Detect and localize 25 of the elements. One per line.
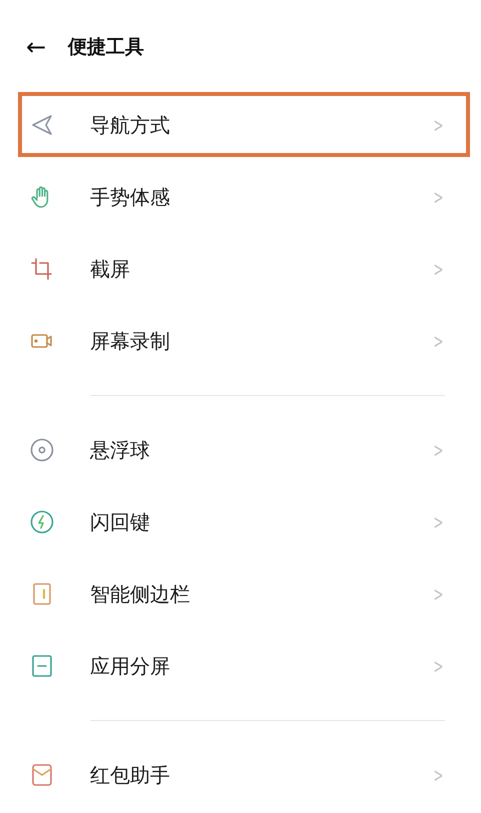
settings-item[interactable]: 导航方式 > bbox=[0, 89, 481, 161]
settings-item[interactable]: 闪回键 > bbox=[0, 486, 481, 558]
floating-ball-icon bbox=[29, 437, 55, 463]
page-title: 便捷工具 bbox=[68, 35, 144, 60]
chevron-icon: > bbox=[434, 654, 444, 678]
chevron-icon: > bbox=[434, 582, 444, 606]
chevron-icon: > bbox=[434, 257, 444, 281]
split-screen-icon bbox=[29, 653, 55, 679]
back-button[interactable]: ← bbox=[26, 33, 46, 61]
chevron-icon: > bbox=[434, 510, 444, 534]
chevron-icon: > bbox=[434, 329, 444, 353]
settings-item[interactable]: 应用分屏 > bbox=[0, 630, 481, 702]
settings-item[interactable]: 智能侧边栏 > bbox=[0, 558, 481, 630]
settings-item[interactable]: 屏幕录制 > bbox=[0, 305, 481, 377]
envelope-icon bbox=[29, 762, 55, 788]
chevron-icon: > bbox=[434, 763, 444, 787]
settings-item[interactable]: 红包助手 > bbox=[0, 739, 481, 811]
navigation-arrow-icon bbox=[29, 112, 55, 138]
chevron-icon: > bbox=[434, 185, 444, 209]
settings-item[interactable]: 手势体感 > bbox=[0, 161, 481, 233]
lightning-icon bbox=[29, 509, 55, 535]
settings-item[interactable]: 悬浮球 > bbox=[0, 414, 481, 486]
chevron-icon: > bbox=[434, 113, 444, 137]
settings-item[interactable]: 截屏 > bbox=[0, 233, 481, 305]
chevron-icon: > bbox=[434, 438, 444, 462]
